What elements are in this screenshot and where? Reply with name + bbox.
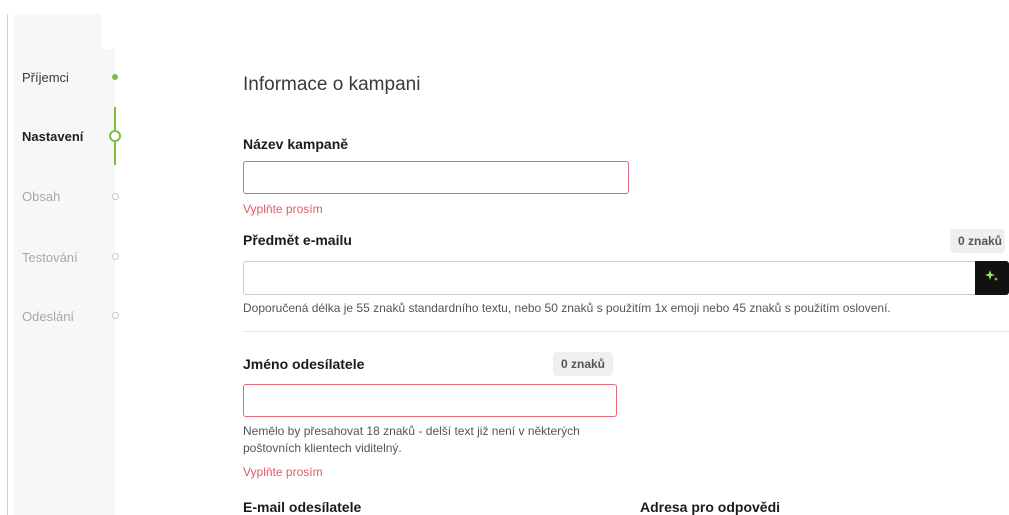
sender-email-label: E-mail odesílatele — [243, 499, 362, 515]
step-label: Obsah — [22, 189, 61, 204]
step-settings[interactable]: Nastavení — [22, 129, 83, 144]
campaign-name-error: Vyplňte prosím — [243, 202, 323, 216]
step-label: Testování — [22, 250, 78, 265]
page-title: Informace o kampani — [243, 74, 421, 95]
campaign-name-label: Název kampaně — [243, 136, 349, 152]
step-future-dot-icon — [112, 253, 119, 260]
sidebar-corner — [101, 14, 115, 49]
step-label: Příjemci — [22, 70, 69, 85]
step-active-dot-icon — [109, 130, 121, 142]
sparkle-icon — [985, 269, 999, 288]
subject-label: Předmět e-mailu — [243, 232, 352, 248]
sender-name-hint-line2: poštovních klientech viditelný. — [243, 441, 402, 455]
section-divider — [243, 331, 1009, 332]
left-accent-line — [7, 14, 8, 515]
step-label: Nastavení — [22, 129, 84, 144]
subject-ai-button[interactable] — [975, 261, 1009, 295]
reply-to-label: Adresa pro odpovědi — [640, 499, 781, 515]
step-future-dot-icon — [112, 312, 119, 319]
step-recipients[interactable]: Příjemci — [22, 70, 69, 85]
step-content[interactable]: Obsah — [22, 189, 60, 204]
step-future-dot-icon — [112, 193, 119, 200]
sender-name-error: Vyplňte prosím — [243, 465, 323, 479]
step-send[interactable]: Odeslání — [22, 309, 74, 324]
step-label: Odeslání — [22, 309, 75, 324]
sender-name-char-counter: 0 znaků — [553, 352, 614, 376]
step-done-dot-icon — [112, 74, 118, 80]
campaign-name-input[interactable] — [243, 161, 629, 194]
step-testing[interactable]: Testování — [22, 250, 78, 265]
subject-hint: Doporučená délka je 55 znaků standardníh… — [243, 301, 891, 315]
subject-input[interactable] — [243, 261, 976, 295]
sender-name-label: Jméno odesílatele — [243, 356, 365, 372]
subject-char-counter: 0 znaků — [950, 229, 1006, 253]
sender-name-input[interactable] — [243, 384, 617, 417]
sender-name-hint-line1: Nemělo by přesahovat 18 znaků - delší te… — [243, 424, 580, 438]
